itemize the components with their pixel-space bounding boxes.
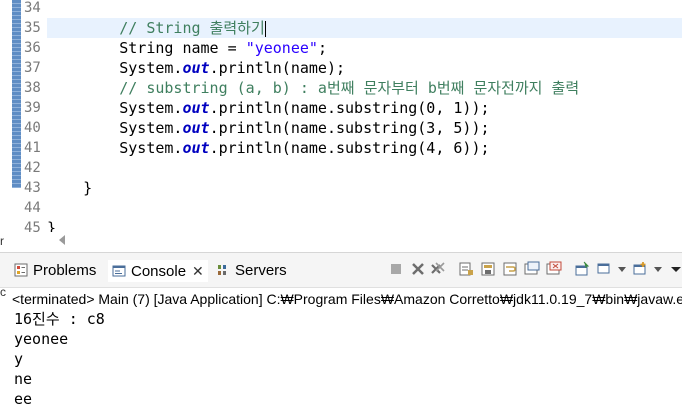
servers-icon: [218, 265, 226, 275]
code-line[interactable]: System.out.println(name.substring(0, 1))…: [47, 98, 682, 118]
line-number: 37: [24, 60, 41, 76]
code-token: out: [182, 99, 210, 117]
code-token: .println(name.substring(4, 6));: [209, 139, 490, 157]
status-edge-char: c: [0, 285, 6, 299]
line-number: 41: [24, 140, 41, 156]
line-number: 34: [24, 0, 41, 16]
code-line[interactable]: System.out.println(name.substring(4, 6))…: [47, 138, 682, 158]
line-number: 38: [24, 80, 41, 96]
code-token: System.: [47, 119, 183, 137]
tab-console-label: Console: [131, 263, 187, 280]
code-line[interactable]: System.out.println(name.substring(3, 5))…: [47, 118, 682, 138]
tab-problems-label: Problems: [33, 262, 97, 279]
tab-problems[interactable]: Problems: [14, 260, 96, 282]
code-token: System.: [47, 139, 183, 157]
console-icon: [112, 265, 126, 277]
line-number: 43: [24, 180, 41, 196]
code-line[interactable]: [47, 198, 682, 218]
code-token: }: [47, 179, 93, 197]
code-token: System.: [47, 99, 183, 117]
open-console-icon[interactable]: [632, 261, 648, 277]
code-token: // substring (a, b) : a번째 문자부터 b번째 문자전까지…: [119, 79, 580, 97]
problems-icon: [14, 263, 28, 277]
code-token: out: [182, 59, 210, 77]
line-number: 42: [24, 160, 41, 176]
console-output-line: yeonee: [14, 330, 69, 348]
open-console-dropdown-icon[interactable]: [650, 261, 666, 277]
change-ruler: [12, 0, 21, 188]
remove-launch-icon[interactable]: [410, 261, 426, 277]
panel-tab-bar: Problems Console ✕ Servers: [0, 253, 682, 288]
code-token: ;: [317, 39, 327, 57]
scroll-left-icon[interactable]: [59, 235, 65, 245]
code-editor[interactable]: r 34 35 36 37 38 39 40 41 42 43 44 45 // String 출력하…: [0, 0, 682, 250]
terminate-icon[interactable]: [388, 261, 404, 277]
console-output-line: 16진수 : c8: [14, 310, 105, 328]
code-token: .println(name);: [209, 59, 346, 77]
tab-console[interactable]: Console ✕: [108, 260, 208, 282]
console-output-line: y: [14, 350, 24, 368]
code-token: .println(name.substring(3, 5));: [209, 119, 490, 137]
line-number: 35: [24, 20, 41, 36]
code-line[interactable]: // String 출력하기: [47, 18, 682, 38]
code-token: out: [182, 139, 210, 157]
code-line[interactable]: [47, 158, 682, 178]
code-token: out: [182, 119, 210, 137]
display-console-icon[interactable]: [596, 261, 612, 277]
tab-servers[interactable]: Servers: [216, 260, 287, 282]
console-status-line: <terminated> Main (7) [Java Application]…: [12, 291, 682, 307]
line-number: 39: [24, 100, 41, 116]
pin-console-icon[interactable]: [574, 261, 590, 277]
line-number: 40: [24, 120, 41, 136]
clear-console-icon[interactable]: [458, 261, 474, 277]
console-toolbar: [382, 261, 682, 281]
close-icon[interactable]: ✕: [192, 260, 204, 282]
code-line[interactable]: [47, 0, 682, 18]
text-caret: [264, 20, 266, 37]
code-area[interactable]: // String 출력하기 String name = "yeonee"; S…: [47, 0, 682, 237]
console-panel: Problems Console ✕ Servers <terminated> …: [0, 252, 682, 420]
code-line[interactable]: }: [47, 178, 682, 198]
code-token: "yeonee": [245, 39, 318, 57]
left-edge-char: r: [0, 234, 4, 248]
left-strip: r: [0, 0, 12, 250]
view-menu-icon[interactable]: [668, 261, 682, 277]
remove-all-terminated-icon[interactable]: [430, 261, 446, 277]
tab-servers-label: Servers: [235, 262, 287, 279]
code-token: String name =: [47, 39, 246, 57]
line-number: 45: [24, 220, 41, 236]
code-token: System.: [47, 59, 183, 77]
console-output-line: ee: [14, 390, 33, 408]
code-line[interactable]: String name = "yeonee";: [47, 38, 682, 58]
code-token: // String 출력하기: [119, 19, 265, 37]
show-on-error-icon[interactable]: [546, 261, 562, 277]
show-on-output-icon[interactable]: [524, 261, 540, 277]
display-console-dropdown-icon[interactable]: [614, 261, 630, 277]
scroll-lock-icon[interactable]: [480, 261, 496, 277]
console-output[interactable]: 16진수 : c8 yeonee y ne ee: [14, 309, 682, 409]
horizontal-scrollbar[interactable]: [47, 232, 682, 248]
line-number: 44: [24, 200, 41, 216]
console-output-line: ne: [14, 370, 33, 388]
line-number: 36: [24, 40, 41, 56]
code-line[interactable]: System.out.println(name);: [47, 58, 682, 78]
code-line[interactable]: // substring (a, b) : a번째 문자부터 b번째 문자전까지…: [47, 78, 682, 98]
code-token: .println(name.substring(0, 1));: [209, 99, 490, 117]
word-wrap-icon[interactable]: [502, 261, 518, 277]
